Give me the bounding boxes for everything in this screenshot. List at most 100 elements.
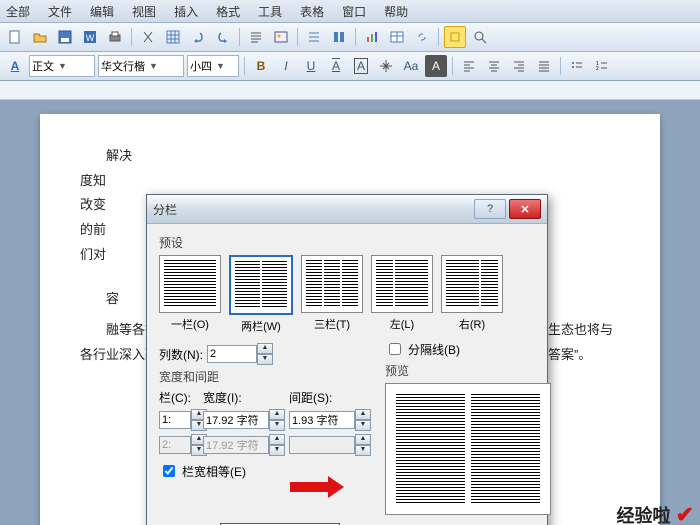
menu-view[interactable]: 视图 (132, 3, 156, 20)
svg-text:2: 2 (596, 66, 599, 72)
equal-width-checkbox[interactable]: 栏宽相等(E) (159, 462, 246, 480)
document-area: 解决度知改变的前们对 容 融等各行各业达成合作，随着更多优质合作方的加入，百度所… (0, 100, 700, 525)
col-width: ▲▼ (203, 434, 285, 456)
cut-button[interactable] (137, 26, 159, 48)
width-row: ▲▼▲▼▲▼ (159, 409, 379, 431)
align-center-button[interactable] (483, 55, 505, 77)
spin-down-icon[interactable]: ▼ (257, 354, 273, 365)
columns-dialog: 分栏 ? ✕ 预设 一栏(O) 两栏(W) 三栏(T) 左(L) 右(R) 列数(N):… (146, 194, 548, 525)
zoom-icon[interactable] (469, 26, 491, 48)
link-icon[interactable] (411, 26, 433, 48)
format-toolbar: A 正文▼ 华文行楷▼ 小四▼ B I U A A Aa A 12 (0, 52, 700, 81)
col-header: 栏(C): (159, 389, 199, 406)
cols-label: 列数(N): (159, 346, 203, 363)
col-space: ▲▼ (289, 434, 371, 456)
svg-text:W: W (86, 33, 95, 43)
menu-all[interactable]: 全部 (6, 3, 30, 20)
help-button[interactable]: ? (474, 199, 506, 219)
preset-右(R)[interactable]: 右(R) (441, 255, 503, 334)
undo-button[interactable] (187, 26, 209, 48)
new-doc-button[interactable] (4, 26, 26, 48)
insert-image-button[interactable] (270, 26, 292, 48)
cols-input[interactable] (207, 345, 257, 363)
highlight-tool[interactable] (444, 26, 466, 48)
preview-label: 预览 (385, 362, 535, 379)
numbering-button[interactable]: 12 (591, 55, 613, 77)
watermark: 经验啦 ✔ jingyanla.com (617, 502, 694, 525)
print-button[interactable] (104, 26, 126, 48)
menu-edit[interactable]: 编辑 (90, 3, 114, 20)
preset-两栏(W)[interactable]: 两栏(W) (229, 255, 293, 334)
style-select[interactable]: 正文▼ (29, 55, 95, 77)
menu-table[interactable]: 表格 (300, 3, 324, 20)
redo-button[interactable] (212, 26, 234, 48)
col-width[interactable]: ▲▼ (203, 409, 285, 431)
preset-label: 两栏(W) (241, 318, 281, 334)
checkmark-icon: ✔ (676, 502, 694, 525)
preset-左(L)[interactable]: 左(L) (371, 255, 433, 334)
case-button[interactable]: Aa (400, 55, 422, 77)
menu-tools[interactable]: 工具 (258, 3, 282, 20)
underline-button[interactable]: U (300, 55, 322, 77)
preview-box (385, 383, 551, 515)
equal-width-input[interactable] (163, 465, 175, 477)
align-left-button[interactable] (458, 55, 480, 77)
chart-icon[interactable] (361, 26, 383, 48)
question-icon: ? (487, 203, 493, 215)
font-color-icon[interactable]: A (4, 55, 26, 77)
close-button[interactable]: ✕ (509, 199, 541, 219)
font-select[interactable]: 华文行楷▼ (98, 55, 184, 77)
menu-insert[interactable]: 插入 (174, 3, 198, 20)
preview-column (471, 394, 540, 504)
menu-file[interactable]: 文件 (48, 3, 72, 20)
save-button[interactable] (54, 26, 76, 48)
menu-window[interactable]: 窗口 (342, 3, 366, 20)
width-header: 宽度(I): (203, 389, 285, 406)
preset-label: 三栏(T) (314, 316, 350, 332)
ruler (0, 81, 700, 100)
separator-input[interactable] (389, 343, 401, 355)
col-num: ▲▼ (159, 434, 199, 456)
cols-spinner[interactable]: ▲▼ (207, 343, 273, 365)
separator (560, 57, 561, 75)
char-border-button[interactable]: A (350, 55, 372, 77)
separator (131, 28, 132, 46)
word-icon[interactable]: W (79, 26, 101, 48)
separator (239, 28, 240, 46)
dialog-body: 预设 一栏(O)两栏(W)三栏(T)左(L)右(R) 列数(N): ▲▼ 宽度和… (147, 224, 547, 525)
spin-up-icon[interactable]: ▲ (257, 343, 273, 354)
table-button[interactable] (162, 26, 184, 48)
separator (438, 28, 439, 46)
preset-三栏(T)[interactable]: 三栏(T) (301, 255, 363, 334)
col-space[interactable]: ▲▼ (289, 409, 371, 431)
separator (355, 28, 356, 46)
align-icon[interactable] (303, 26, 325, 48)
presets-label: 预设 (159, 234, 535, 251)
font-effect-button[interactable]: A (325, 55, 347, 77)
bold-button[interactable]: B (250, 55, 272, 77)
preview-column (396, 394, 465, 504)
menu-help[interactable]: 帮助 (384, 3, 408, 20)
bullets-button[interactable] (566, 55, 588, 77)
separator (244, 57, 245, 75)
paragraph-button[interactable] (245, 26, 267, 48)
preset-list: 一栏(O) 两栏(W) 三栏(T) 左(L) 右(R) (159, 255, 535, 334)
dialog-title: 分栏 (153, 201, 471, 218)
columns-icon[interactable] (328, 26, 350, 48)
separator-checkbox[interactable]: 分隔线(B) (385, 340, 535, 358)
preset-一栏(O)[interactable]: 一栏(O) (159, 255, 221, 334)
close-icon: ✕ (520, 203, 529, 216)
crosshair-icon[interactable] (375, 55, 397, 77)
align-right-button[interactable] (508, 55, 530, 77)
menu-format[interactable]: 格式 (216, 3, 240, 20)
italic-button[interactable]: I (275, 55, 297, 77)
width-row: ▲▼▲▼▲▼ (159, 434, 379, 456)
open-button[interactable] (29, 26, 51, 48)
text-highlight-button[interactable]: A (425, 55, 447, 77)
col-num[interactable]: ▲▼ (159, 409, 199, 431)
align-justify-button[interactable] (533, 55, 555, 77)
table2-icon[interactable] (386, 26, 408, 48)
size-select[interactable]: 小四▼ (187, 55, 239, 77)
dialog-titlebar[interactable]: 分栏 ? ✕ (147, 195, 547, 224)
preset-label: 右(R) (459, 316, 485, 332)
